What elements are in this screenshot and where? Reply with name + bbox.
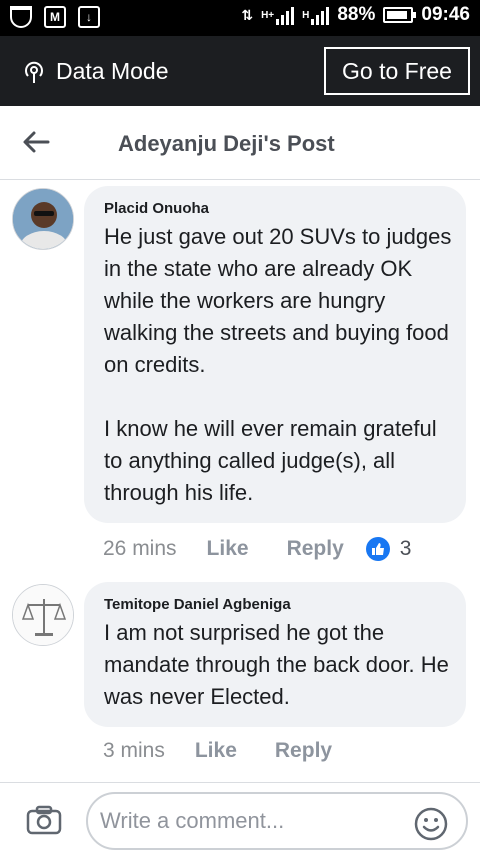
data-mode-indicator: Data Mode — [22, 58, 169, 85]
clock: 09:46 — [421, 4, 470, 25]
reply-button[interactable]: Reply — [287, 537, 344, 561]
comment-text: I am not surprised he got the mandate th… — [104, 620, 456, 709]
comment-author[interactable]: Placid Onuoha — [104, 200, 452, 217]
avatar[interactable] — [12, 584, 74, 646]
camera-icon[interactable] — [26, 805, 62, 835]
reaction-summary[interactable]: 3 — [365, 537, 412, 561]
avatar[interactable] — [12, 188, 74, 250]
system-indicators: ⇅ H+ H 88% 09:46 — [241, 4, 470, 26]
comment-actions: 3 mins Like Reply — [103, 739, 332, 763]
shield-icon — [10, 6, 32, 28]
broadcast-icon — [25, 61, 43, 83]
back-arrow-icon[interactable] — [22, 130, 50, 154]
comment-time: 26 mins — [103, 537, 177, 560]
emoji-icon[interactable] — [414, 807, 448, 841]
go-to-free-button[interactable]: Go to Free — [324, 47, 470, 95]
battery-percent: 88% — [337, 4, 376, 25]
comment-actions: 26 mins Like Reply 3 — [103, 537, 411, 561]
profile-photo — [13, 189, 73, 249]
post-header: Adeyanju Deji's Post — [0, 106, 480, 180]
signal-strength-icon-2 — [311, 5, 330, 25]
download-icon: ↓ — [78, 6, 100, 28]
notification-icons: M ↓ — [10, 6, 100, 28]
comment-author[interactable]: Temitope Daniel Agbeniga — [104, 596, 452, 613]
reaction-count: 3 — [399, 537, 412, 560]
post-title: Adeyanju Deji's Post — [118, 131, 335, 156]
reply-button[interactable]: Reply — [275, 739, 332, 763]
like-button[interactable]: Like — [195, 739, 237, 763]
signal1-label: H+ — [261, 9, 275, 21]
comment-bubble: Temitope Daniel Agbeniga I am not surpri… — [84, 582, 466, 727]
comment-composer — [0, 782, 480, 854]
data-mode-label: Data Mode — [56, 58, 169, 84]
comment-bubble: Placid Onuoha He just gave out 20 SUVs t… — [84, 186, 466, 523]
comment-text: He just gave out 20 SUVs to judges in th… — [104, 224, 452, 505]
comment-input[interactable] — [86, 792, 468, 850]
signal2-label: H — [302, 9, 310, 21]
like-button[interactable]: Like — [207, 537, 249, 561]
thumbs-up-icon — [365, 537, 390, 561]
battery-icon — [383, 7, 417, 23]
signal-strength-icon — [276, 5, 295, 25]
network-arrows-icon: ⇅ — [241, 6, 254, 23]
comment-time: 3 mins — [103, 739, 165, 762]
status-bar: M ↓ ⇅ H+ H 88% 09:46 — [0, 0, 480, 36]
mail-icon: M — [44, 6, 66, 28]
scales-of-justice-icon — [13, 585, 73, 645]
data-mode-bar: Data Mode Go to Free — [0, 36, 480, 106]
